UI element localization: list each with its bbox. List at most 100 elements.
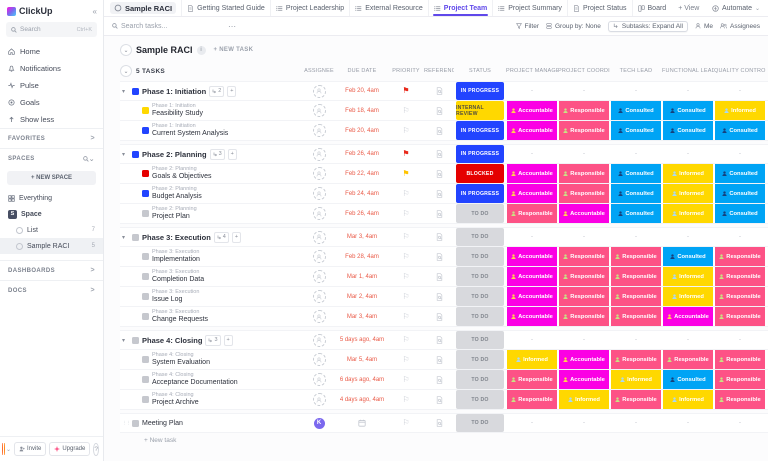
task-cell[interactable]: Phase 1: InitiationFeasibility Study bbox=[120, 103, 302, 117]
assignee-cell[interactable] bbox=[302, 207, 336, 220]
priority-flag-icon[interactable]: ⚑ bbox=[402, 150, 409, 158]
priority-cell[interactable]: ⚐ bbox=[388, 107, 424, 115]
more-options-icon[interactable]: ⋯ bbox=[228, 22, 237, 31]
status-cell[interactable]: INTERNAL REVIEW bbox=[454, 100, 506, 121]
priority-flag-icon[interactable]: ⚐ bbox=[402, 107, 409, 115]
priority-flag-icon[interactable]: ⚐ bbox=[402, 273, 409, 281]
drag-handle-icon[interactable]: ⋮⋮ bbox=[122, 420, 129, 426]
current-list-chip[interactable]: Sample RACI bbox=[110, 2, 176, 14]
raci-cell-4[interactable]: Accountable bbox=[662, 306, 714, 327]
raci-cell-2[interactable]: Accountable bbox=[558, 369, 610, 390]
raci-cell-3[interactable]: Responsible bbox=[610, 286, 662, 307]
assignee-cell[interactable] bbox=[302, 334, 336, 347]
references-cell[interactable] bbox=[424, 150, 454, 158]
due-date-cell[interactable]: Feb 26, 4am bbox=[336, 151, 388, 157]
subtask-count-chip[interactable]: 2 bbox=[209, 86, 224, 97]
expand-caret-icon[interactable]: ▾ bbox=[122, 151, 129, 158]
raci-cell-5[interactable]: - bbox=[714, 144, 766, 164]
raci-cell-4[interactable]: - bbox=[662, 227, 714, 247]
raci-cell-4[interactable]: Informed bbox=[662, 163, 714, 184]
assignee-avatar[interactable]: K bbox=[314, 418, 325, 429]
task-cell[interactable]: Phase 3: ExecutionIssue Log bbox=[120, 289, 302, 303]
status-cell[interactable]: TO DO bbox=[454, 227, 506, 247]
assignee-cell[interactable] bbox=[302, 167, 336, 180]
priority-flag-icon[interactable]: ⚐ bbox=[402, 190, 409, 198]
status-cell[interactable]: TO DO bbox=[454, 306, 506, 327]
raci-cell-2[interactable]: Informed bbox=[558, 389, 610, 410]
priority-cell[interactable]: ⚐ bbox=[388, 396, 424, 404]
raci-cell-2[interactable]: Responsible bbox=[558, 100, 610, 121]
raci-cell-3[interactable]: Responsible bbox=[610, 266, 662, 287]
column-header-due-date[interactable]: DUE DATE bbox=[336, 68, 388, 74]
assignee-placeholder-icon[interactable] bbox=[313, 124, 326, 137]
due-date-cell[interactable]: 6 days ago, 4am bbox=[336, 377, 388, 383]
sidebar-item-everything[interactable]: Everything bbox=[0, 190, 103, 206]
phase-row[interactable]: ▾Phase 1: Initiation2+Feb 20, 4am⚑IN PRO… bbox=[120, 81, 768, 101]
automate-button[interactable]: Automate ⌄ bbox=[712, 5, 762, 12]
new-space-button[interactable]: + NEW SPACE bbox=[7, 171, 96, 185]
assignee-placeholder-icon[interactable] bbox=[313, 353, 326, 366]
raci-cell-5[interactable]: Informed bbox=[714, 100, 766, 121]
due-date-cell[interactable]: Feb 22, 4am bbox=[336, 171, 388, 177]
raci-cell-2[interactable]: - bbox=[558, 144, 610, 164]
column-header-quality-control-lead[interactable]: QUALITY CONTROL LEAD bbox=[714, 68, 766, 74]
raci-cell-1[interactable]: Accountable bbox=[506, 286, 558, 307]
column-header-tech-lead[interactable]: TECH LEAD bbox=[610, 68, 662, 74]
references-cell[interactable] bbox=[424, 87, 454, 95]
assignee-placeholder-icon[interactable] bbox=[313, 250, 326, 263]
assignee-placeholder-icon[interactable] bbox=[313, 334, 326, 347]
task-cell[interactable]: Phase 3: ExecutionChange Requests bbox=[120, 309, 302, 323]
new-task-button-top[interactable]: + NEW TASK bbox=[214, 47, 254, 53]
raci-cell-2[interactable]: - bbox=[558, 330, 610, 350]
add-subtask-button[interactable]: + bbox=[232, 232, 241, 243]
status-cell[interactable]: IN PROGRESS bbox=[454, 120, 506, 141]
collapse-group-icon[interactable]: ⌄ bbox=[120, 65, 132, 77]
assignee-cell[interactable] bbox=[302, 231, 336, 244]
invite-button[interactable]: Invite bbox=[14, 442, 46, 456]
priority-cell[interactable]: ⚐ bbox=[388, 313, 424, 321]
raci-cell-1[interactable]: Accountable bbox=[506, 163, 558, 184]
raci-cell-1[interactable]: - bbox=[506, 144, 558, 164]
references-cell[interactable] bbox=[424, 253, 454, 261]
priority-cell[interactable]: ⚐ bbox=[388, 127, 424, 135]
assignee-cell[interactable] bbox=[302, 270, 336, 283]
due-date-cell[interactable]: 4 days ago, 4am bbox=[336, 397, 388, 403]
sidebar-item-pulse[interactable]: Pulse bbox=[0, 77, 103, 94]
phase-row[interactable]: ▾Phase 4: Closing3+5 days ago, 4am⚐TO DO… bbox=[120, 330, 768, 350]
priority-cell[interactable]: ⚐ bbox=[388, 376, 424, 384]
priority-cell[interactable]: ⚐ bbox=[388, 273, 424, 281]
raci-cell-5[interactable]: Responsible bbox=[714, 246, 766, 267]
raci-cell-4[interactable]: Consulted bbox=[662, 120, 714, 141]
priority-flag-icon[interactable]: ⚐ bbox=[402, 210, 409, 218]
add-view-button[interactable]: + View bbox=[673, 5, 704, 12]
references-cell[interactable] bbox=[424, 313, 454, 321]
priority-cell[interactable]: ⚐ bbox=[388, 293, 424, 301]
assignee-cell[interactable] bbox=[302, 124, 336, 137]
raci-cell-3[interactable]: - bbox=[610, 227, 662, 247]
raci-cell-4[interactable]: - bbox=[662, 330, 714, 350]
tab-project-leadership[interactable]: Project Leadership bbox=[270, 0, 349, 16]
priority-flag-icon[interactable]: ⚐ bbox=[402, 419, 409, 427]
references-cell[interactable] bbox=[424, 273, 454, 281]
references-cell[interactable] bbox=[424, 210, 454, 218]
raci-cell-2[interactable]: Responsible bbox=[558, 266, 610, 287]
raci-cell-3[interactable]: - bbox=[610, 144, 662, 164]
raci-cell-3[interactable]: Informed bbox=[610, 369, 662, 390]
priority-cell[interactable]: ⚑ bbox=[388, 170, 424, 178]
help-icon[interactable]: ? bbox=[93, 443, 99, 456]
group-by-button[interactable]: Group by: None bbox=[546, 23, 601, 30]
status-cell[interactable]: TO DO bbox=[454, 203, 506, 224]
raci-cell-1[interactable]: - bbox=[506, 413, 558, 433]
priority-flag-icon[interactable]: ⚐ bbox=[402, 313, 409, 321]
priority-flag-icon[interactable]: ⚑ bbox=[402, 170, 409, 178]
raci-cell-3[interactable]: - bbox=[610, 413, 662, 433]
raci-cell-4[interactable]: - bbox=[662, 81, 714, 101]
due-date-cell[interactable]: Mar 1, 4am bbox=[336, 274, 388, 280]
assignee-placeholder-icon[interactable] bbox=[313, 231, 326, 244]
priority-cell[interactable]: ⚐ bbox=[388, 210, 424, 218]
raci-cell-2[interactable]: Responsible bbox=[558, 163, 610, 184]
task-cell[interactable]: Phase 3: ExecutionImplementation bbox=[120, 249, 302, 263]
assignee-placeholder-icon[interactable] bbox=[313, 270, 326, 283]
subtask-count-chip[interactable]: 3 bbox=[205, 335, 220, 346]
raci-cell-5[interactable]: Responsible bbox=[714, 266, 766, 287]
